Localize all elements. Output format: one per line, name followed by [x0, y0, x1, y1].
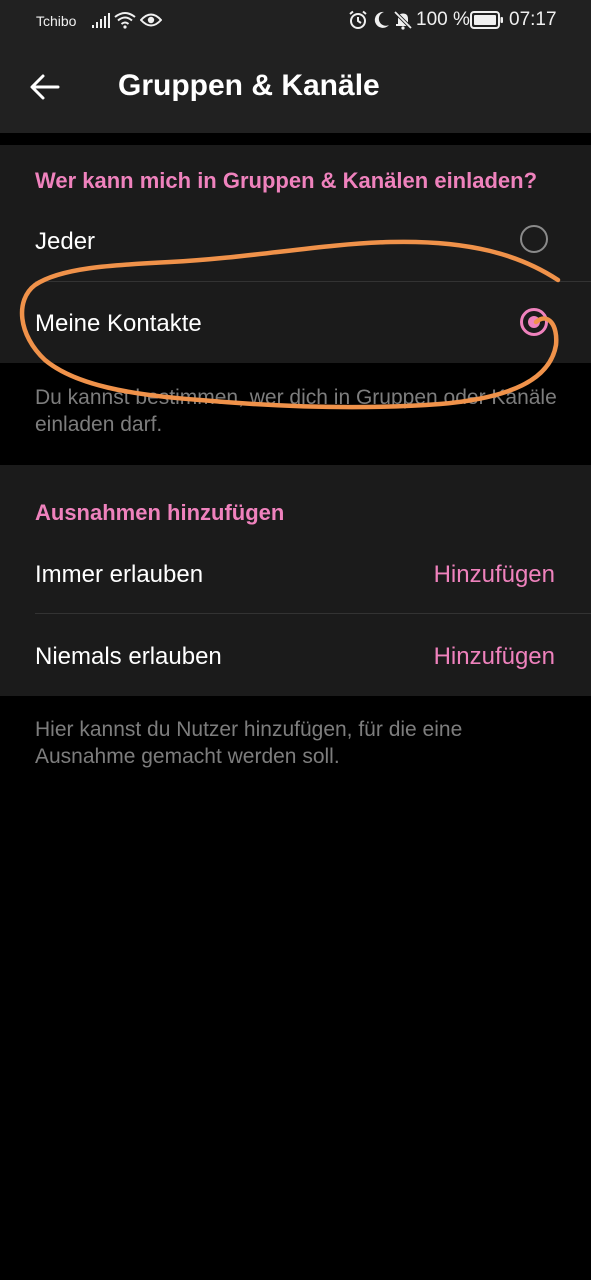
- page-title: Gruppen & Kanäle: [118, 69, 380, 102]
- section-heading-exceptions: Ausnahmen hinzufügen: [35, 500, 285, 525]
- section-heading-invite: Wer kann mich in Gruppen & Kanälen einla…: [35, 168, 538, 193]
- never-allow-row[interactable]: Niemals erlauben Hinzufügen: [0, 614, 591, 696]
- always-allow-row[interactable]: Immer erlauben Hinzufügen: [0, 532, 591, 614]
- exceptions-hint-text: Hier kannst du Nutzer hinzufügen, für di…: [35, 718, 463, 768]
- never-allow-add-button[interactable]: Hinzufügen: [434, 643, 555, 671]
- arrow-left-icon: [30, 74, 60, 100]
- invite-hint-text: Du kannst bestimmen, wer dich in Gruppen…: [35, 386, 557, 436]
- option-my-contacts[interactable]: Meine Kontakte: [0, 282, 591, 364]
- alarm-icon: [349, 10, 367, 29]
- radio-selected[interactable]: [520, 308, 548, 336]
- invite-settings-section: Wer kann mich in Gruppen & Kanälen einla…: [0, 145, 591, 363]
- never-allow-label: Niemals erlauben: [35, 643, 222, 670]
- signal-icon: [92, 13, 110, 28]
- bell-off-icon: [393, 10, 413, 30]
- status-time: 07:17: [509, 9, 557, 30]
- radio-dot: [528, 316, 540, 328]
- wifi-icon: [114, 12, 136, 29]
- moon-icon: [374, 11, 389, 28]
- status-bar: Tchibo 100 % 07:17: [0, 0, 591, 42]
- option-label: Meine Kontakte: [35, 310, 202, 337]
- eye-icon: [140, 13, 162, 27]
- battery-percentage: 100 %: [416, 9, 470, 30]
- always-allow-label: Immer erlauben: [35, 561, 204, 588]
- option-label: Jeder: [35, 228, 96, 255]
- back-button[interactable]: [22, 64, 68, 110]
- app-header: Gruppen & Kanäle: [0, 42, 591, 133]
- always-allow-add-button[interactable]: Hinzufügen: [434, 561, 555, 589]
- radio-unselected[interactable]: [520, 225, 548, 253]
- carrier-name: Tchibo: [36, 13, 77, 29]
- option-everyone[interactable]: Jeder: [0, 199, 591, 281]
- exceptions-section: Ausnahmen hinzufügen Immer erlauben Hinz…: [0, 465, 591, 696]
- battery-icon: [470, 11, 503, 29]
